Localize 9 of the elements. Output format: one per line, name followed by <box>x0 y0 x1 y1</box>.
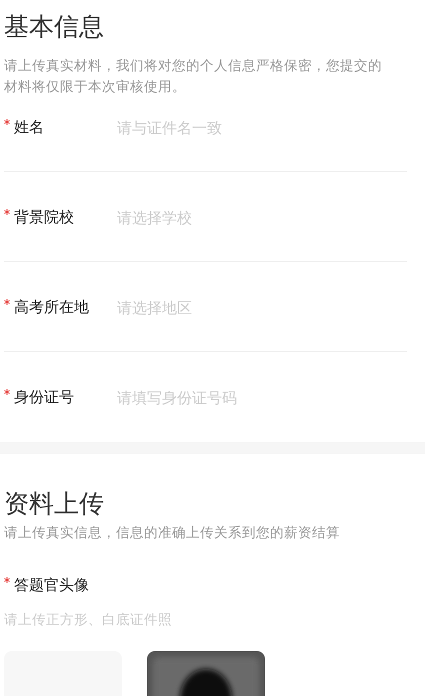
field-label: 背景院校 <box>14 208 74 227</box>
field-label: 高考所在地 <box>14 298 89 317</box>
section-description: 请上传真实信息，信息的准确上传关系到您的薪资结算 <box>4 524 341 543</box>
field-label: 身份证号 <box>14 388 74 407</box>
field-label: 姓名 <box>14 118 44 137</box>
section-description: 请上传真实材料，我们将对您的个人信息严格保密，您提交的材料将仅限于本次审核使用。 <box>4 57 383 97</box>
section-title: 资料上传 <box>4 488 105 520</box>
field-label: 答题官头像 <box>14 576 89 595</box>
section-title: 基本信息 <box>4 11 105 43</box>
